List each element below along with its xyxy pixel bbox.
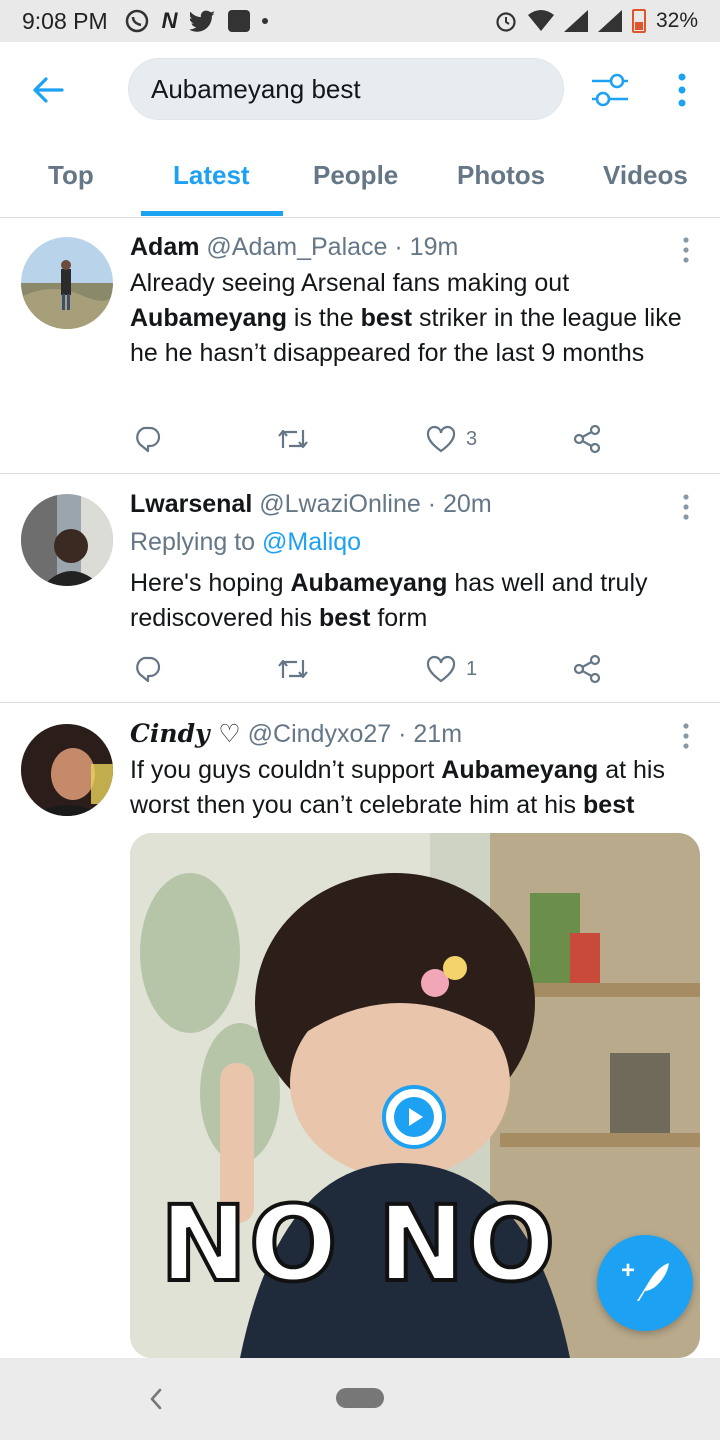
heart-icon: [426, 655, 456, 683]
notification-icons: N: [124, 8, 268, 34]
tweet-time: 21m: [413, 720, 463, 748]
highlighted-keyword: best: [583, 791, 635, 819]
search-header: Aubameyang best: [0, 42, 720, 138]
kebab-icon[interactable]: [668, 70, 696, 110]
system-nav-bar: [0, 1358, 720, 1440]
tweet-time: 20m: [443, 490, 492, 518]
author-handle: @LwaziOnline: [259, 490, 421, 518]
author-handle: @Adam_Palace: [206, 233, 388, 261]
like-button[interactable]: 1: [426, 651, 477, 687]
tab-videos[interactable]: Videos: [603, 160, 688, 191]
tweet-text: Here's hoping Aubameyang has well and tr…: [130, 566, 705, 636]
highlighted-keyword: Aubameyang: [290, 569, 448, 597]
more-notifications-icon: [261, 18, 268, 24]
tweet[interactable]: Lwarsenal @LwaziOnline · 20m Replying to…: [0, 475, 720, 703]
tweet-text-segment: If you guys couldn’t support: [130, 756, 442, 784]
like-button[interactable]: 3: [426, 421, 477, 457]
news-icon: N: [161, 8, 178, 33]
tweet-text-segment: Here's hoping: [130, 569, 291, 597]
active-tab-indicator: [141, 211, 283, 216]
share-button[interactable]: [572, 421, 602, 457]
tab-people[interactable]: People: [313, 160, 398, 191]
tab-photos[interactable]: Photos: [457, 160, 545, 191]
highlighted-keyword: Aubameyang: [130, 304, 287, 332]
avatar[interactable]: [21, 724, 113, 816]
reply-icon: [136, 426, 161, 453]
mention-link[interactable]: @Maliqo: [262, 528, 361, 556]
whatsapp-icon: [125, 9, 148, 33]
reply-icon: [136, 656, 161, 683]
signal-icon: [563, 10, 588, 32]
nav-home-pill[interactable]: [336, 1388, 384, 1408]
heart-icon: [426, 425, 456, 453]
avatar[interactable]: [21, 237, 113, 329]
author-name[interactable]: 𝑪𝒊𝒏𝒅𝒚 ♡: [130, 719, 241, 748]
more-vertical-icon[interactable]: [674, 235, 698, 265]
nav-back-icon[interactable]: [146, 1386, 166, 1412]
search-tabs: Top Latest People Photos Videos: [0, 138, 720, 218]
share-button[interactable]: [572, 651, 602, 687]
tweet-text-segment: Already seeing Arsenal fans making out: [130, 269, 570, 297]
reply-button[interactable]: [132, 421, 162, 457]
replying-to: Replying to @Maliqo: [130, 528, 361, 557]
gif-caption: NO NO: [158, 1181, 558, 1307]
tweet-actions: 3: [130, 421, 610, 461]
share-icon: [573, 424, 601, 454]
author-name[interactable]: Adam: [130, 233, 199, 261]
twitter-bird-icon: [189, 10, 215, 32]
retweet-button[interactable]: [275, 651, 311, 687]
tab-top[interactable]: Top: [48, 160, 94, 191]
battery-percent: 32%: [655, 9, 698, 32]
author-handle: @Cindyxo27: [247, 720, 392, 748]
tweet-actions: 1: [130, 651, 610, 691]
compose-tweet-button[interactable]: +: [597, 1235, 693, 1331]
reply-button[interactable]: [132, 651, 162, 687]
status-bar: 9:08 PM N 32%: [0, 0, 720, 42]
tweet-text: If you guys couldn’t support Aubameyang …: [130, 753, 705, 823]
play-icon: [409, 1108, 423, 1126]
alarm-icon: [496, 12, 516, 32]
search-input[interactable]: Aubameyang best: [128, 58, 564, 120]
app-notification-icon: [227, 10, 250, 32]
play-button[interactable]: [382, 1085, 446, 1149]
share-icon: [573, 654, 601, 684]
signal-icon-2: [597, 10, 622, 32]
retweet-icon: [278, 429, 308, 449]
tab-latest[interactable]: Latest: [173, 160, 250, 191]
search-query: Aubameyang best: [151, 73, 361, 104]
tweet-text-segment: form: [370, 604, 428, 632]
tweet-header: Lwarsenal @LwaziOnline · 20m: [130, 490, 492, 518]
retweet-button[interactable]: [275, 421, 311, 457]
sliders-icon[interactable]: [588, 69, 632, 111]
wifi-icon: [527, 10, 554, 31]
highlighted-keyword: Aubameyang: [441, 756, 599, 784]
like-count: 3: [466, 427, 478, 450]
tweet-time: 19m: [409, 233, 459, 261]
system-icons: 32%: [494, 9, 698, 33]
arrow-left-icon[interactable]: [28, 70, 68, 110]
tweet-text: Already seeing Arsenal fans making out A…: [130, 266, 705, 371]
tweet-header: Adam @Adam_Palace · 19m: [130, 233, 459, 261]
highlighted-keyword: best: [360, 304, 413, 332]
more-vertical-icon[interactable]: [674, 492, 698, 522]
status-time: 9:08 PM: [22, 7, 108, 34]
retweet-icon: [278, 659, 308, 679]
more-vertical-icon[interactable]: [674, 721, 698, 751]
tweet-text-segment: is the: [286, 304, 361, 332]
author-name[interactable]: Lwarsenal: [130, 490, 252, 518]
avatar[interactable]: [21, 494, 113, 586]
replying-prefix: Replying to: [130, 528, 263, 556]
highlighted-keyword: best: [318, 604, 371, 632]
like-count: 1: [466, 657, 478, 680]
feather-quill-icon: [637, 1263, 669, 1301]
tweet-header: 𝑪𝒊𝒏𝒅𝒚 ♡ @Cindyxo27 · 21m: [130, 719, 463, 748]
tweet[interactable]: Adam @Adam_Palace · 19m Already seeing A…: [0, 219, 720, 474]
battery-icon: [631, 9, 646, 33]
